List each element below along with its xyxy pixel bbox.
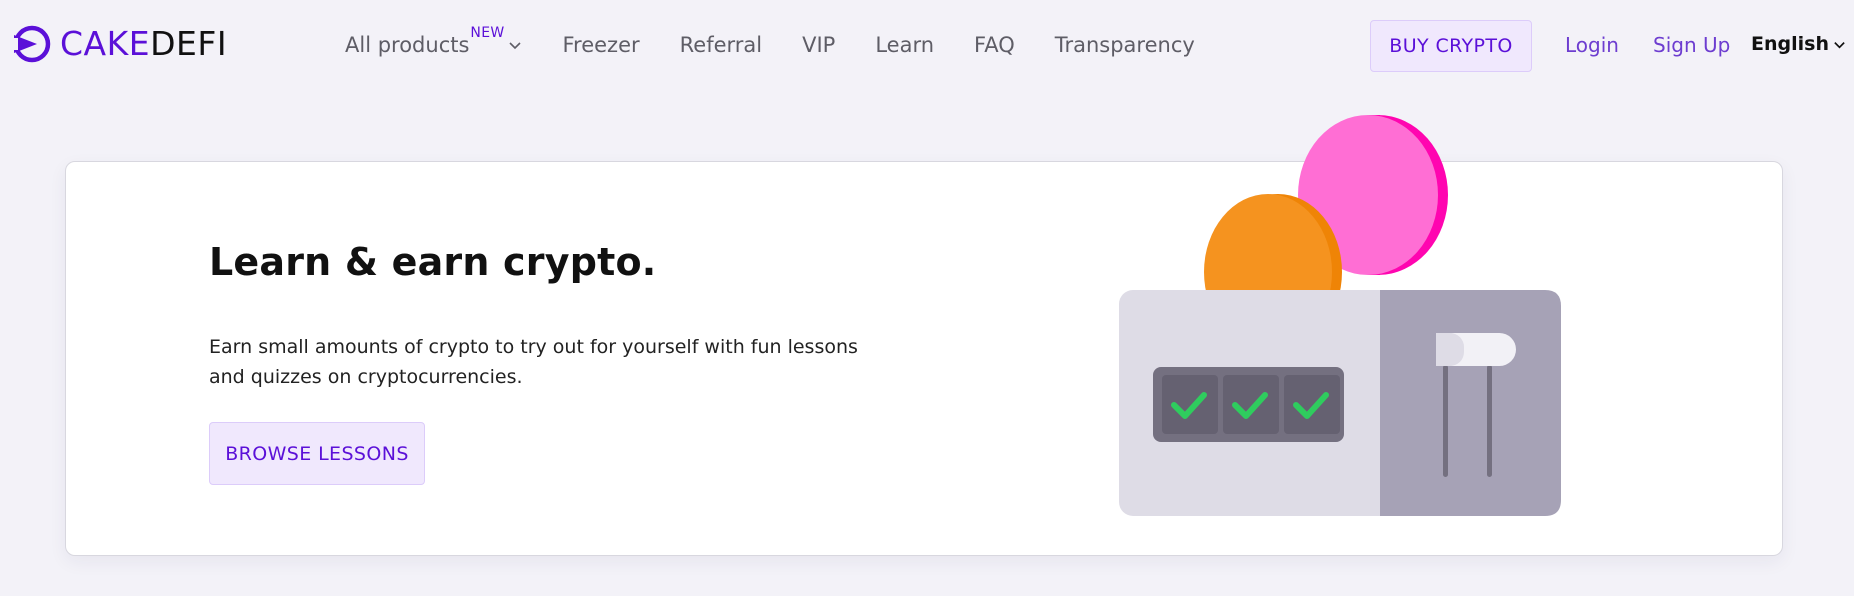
logo-wordmark-cake: CAKE <box>60 24 151 63</box>
nav-all-products-label: All products <box>345 33 470 57</box>
hero-title: Learn & earn crypto. <box>209 240 657 284</box>
crypto-machine-illustration <box>1119 115 1561 516</box>
browse-lessons-button[interactable]: BROWSE LESSONS <box>209 422 425 485</box>
nav-referral[interactable]: Referral <box>680 22 762 68</box>
nav-freezer[interactable]: Freezer <box>562 22 639 68</box>
cakedefi-logo[interactable]: CAKEDEFI <box>12 24 227 64</box>
nav-learn[interactable]: Learn <box>875 22 934 68</box>
login-link[interactable]: Login <box>1565 33 1619 57</box>
new-badge: NEW <box>470 25 505 41</box>
top-nav-bar: CAKEDEFI All products NEW Freezer Referr… <box>0 0 1854 92</box>
buy-crypto-button[interactable]: BUY CRYPTO <box>1370 20 1532 72</box>
sign-up-link[interactable]: Sign Up <box>1653 33 1730 57</box>
nav-transparency[interactable]: Transparency <box>1055 22 1195 68</box>
cakedefi-logo-icon <box>12 25 51 63</box>
nav-faq[interactable]: FAQ <box>974 22 1015 68</box>
machine-side <box>1380 290 1561 516</box>
language-label: English <box>1751 33 1829 55</box>
chevron-down-icon <box>1834 41 1845 48</box>
logo-wordmark-defi: DEFI <box>150 24 228 63</box>
logo-wordmark: CAKEDEFI <box>60 24 227 64</box>
language-selector[interactable]: English <box>1751 33 1846 55</box>
nav-vip[interactable]: VIP <box>802 22 835 68</box>
nav-all-products[interactable]: All products NEW <box>345 22 522 68</box>
chevron-down-icon <box>509 42 522 50</box>
main-nav: All products NEW Freezer Referral VIP Le… <box>345 22 1235 68</box>
hero-description: Earn small amounts of crypto to try out … <box>209 336 858 388</box>
